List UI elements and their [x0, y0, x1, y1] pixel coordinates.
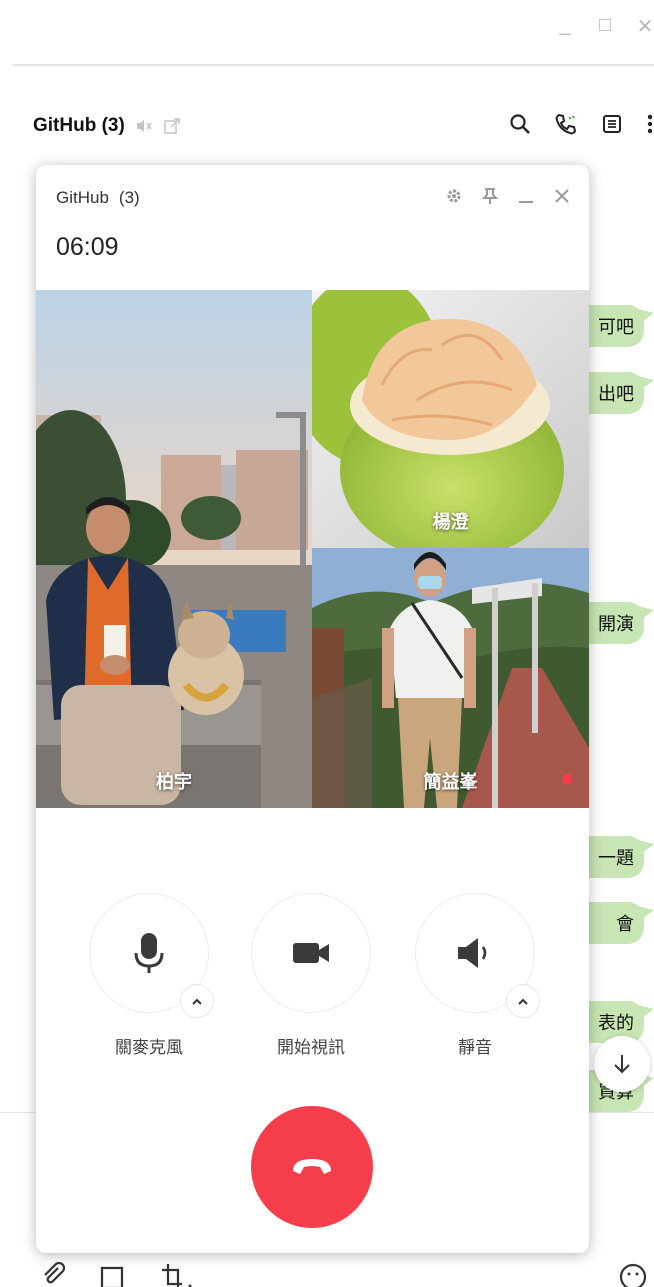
app-window: _ □ ✕ GitHub (3) 可吧 出吧 開演 一題 會 表的 買算 Git…	[0, 0, 654, 1287]
close-call-icon[interactable]	[553, 187, 571, 205]
video-grid: 柏宇 楊澄 簡益峯	[36, 290, 589, 808]
external-window-icon[interactable]	[163, 117, 181, 135]
speaker-control: 靜音	[415, 893, 540, 1058]
call-window-controls	[445, 187, 571, 205]
attach-icon[interactable]	[40, 1262, 68, 1287]
participant-name: 楊澄	[432, 512, 469, 532]
participant-tile[interactable]: 簡益峯	[312, 548, 589, 808]
participant-tile[interactable]: 柏宇	[36, 290, 312, 808]
chevron-up-icon	[192, 998, 202, 1005]
start-video-button[interactable]	[251, 893, 371, 1013]
microphone-button[interactable]	[89, 893, 214, 1018]
participant-tile[interactable]: 楊澄	[312, 290, 589, 548]
group-call-panel: GitHub (3) 06:09 柏宇 楊澄 簡益峯 關麥克風 開始視訊 靜音	[36, 165, 589, 1253]
call-group-name: GitHub	[56, 188, 109, 207]
settings-icon[interactable]	[445, 187, 463, 205]
participant-name: 柏宇	[156, 772, 192, 792]
end-call-button[interactable]	[251, 1106, 373, 1228]
call-icon[interactable]	[554, 112, 578, 136]
mute-speaker-button[interactable]	[415, 893, 540, 1018]
chat-bubble[interactable]: 一題	[586, 836, 654, 878]
chat-bubble[interactable]: 可吧	[586, 305, 654, 347]
notes-icon[interactable]	[600, 112, 624, 136]
arrow-down-icon	[614, 1055, 630, 1074]
emoji-icon[interactable]	[618, 1262, 648, 1287]
video-control: 開始視訊	[251, 893, 371, 1058]
chat-bubble[interactable]: 會	[586, 902, 654, 944]
hang-up-icon	[293, 1159, 331, 1174]
microphone-icon	[134, 933, 164, 973]
participant-video	[36, 290, 312, 808]
call-title: GitHub (3)	[56, 188, 140, 208]
chat-bubble[interactable]: 出吧	[586, 372, 654, 414]
video-camera-icon	[293, 943, 329, 963]
window-controls: _ □ ✕	[556, 14, 654, 39]
minimize-icon[interactable]: _	[556, 14, 574, 39]
chat-title: GitHub (3)	[33, 115, 125, 136]
speaking-indicator	[563, 774, 571, 784]
video-label: 開始視訊	[277, 1038, 345, 1057]
top-divider	[12, 64, 654, 66]
header-actions	[508, 112, 654, 136]
maximize-icon[interactable]: □	[596, 14, 614, 39]
speaker-options-button[interactable]	[506, 984, 540, 1018]
minimize-call-icon[interactable]	[517, 187, 535, 205]
more-icon[interactable]	[646, 112, 654, 136]
search-icon[interactable]	[508, 112, 532, 136]
call-member-count: (3)	[118, 188, 140, 207]
microphone-control: 關麥克風	[89, 893, 214, 1058]
microphone-label: 關麥克風	[115, 1038, 183, 1057]
chat-header: GitHub (3)	[33, 108, 654, 144]
speaker-icon	[458, 938, 487, 968]
chevron-up-icon	[518, 998, 528, 1005]
notifications-muted-icon[interactable]	[135, 118, 153, 134]
mute-label: 靜音	[458, 1038, 492, 1057]
call-timer: 06:09	[56, 233, 119, 261]
microphone-options-button[interactable]	[180, 984, 214, 1018]
screenshot-icon[interactable]	[98, 1262, 126, 1287]
close-icon[interactable]: ✕	[636, 14, 654, 39]
pin-icon[interactable]	[481, 187, 499, 205]
scroll-down-button[interactable]	[594, 1036, 650, 1092]
chat-bubble[interactable]: 開演	[586, 602, 654, 644]
participant-name: 簡益峯	[423, 772, 478, 792]
composer-toolbar	[40, 1262, 654, 1287]
capture-icon[interactable]	[156, 1262, 196, 1287]
